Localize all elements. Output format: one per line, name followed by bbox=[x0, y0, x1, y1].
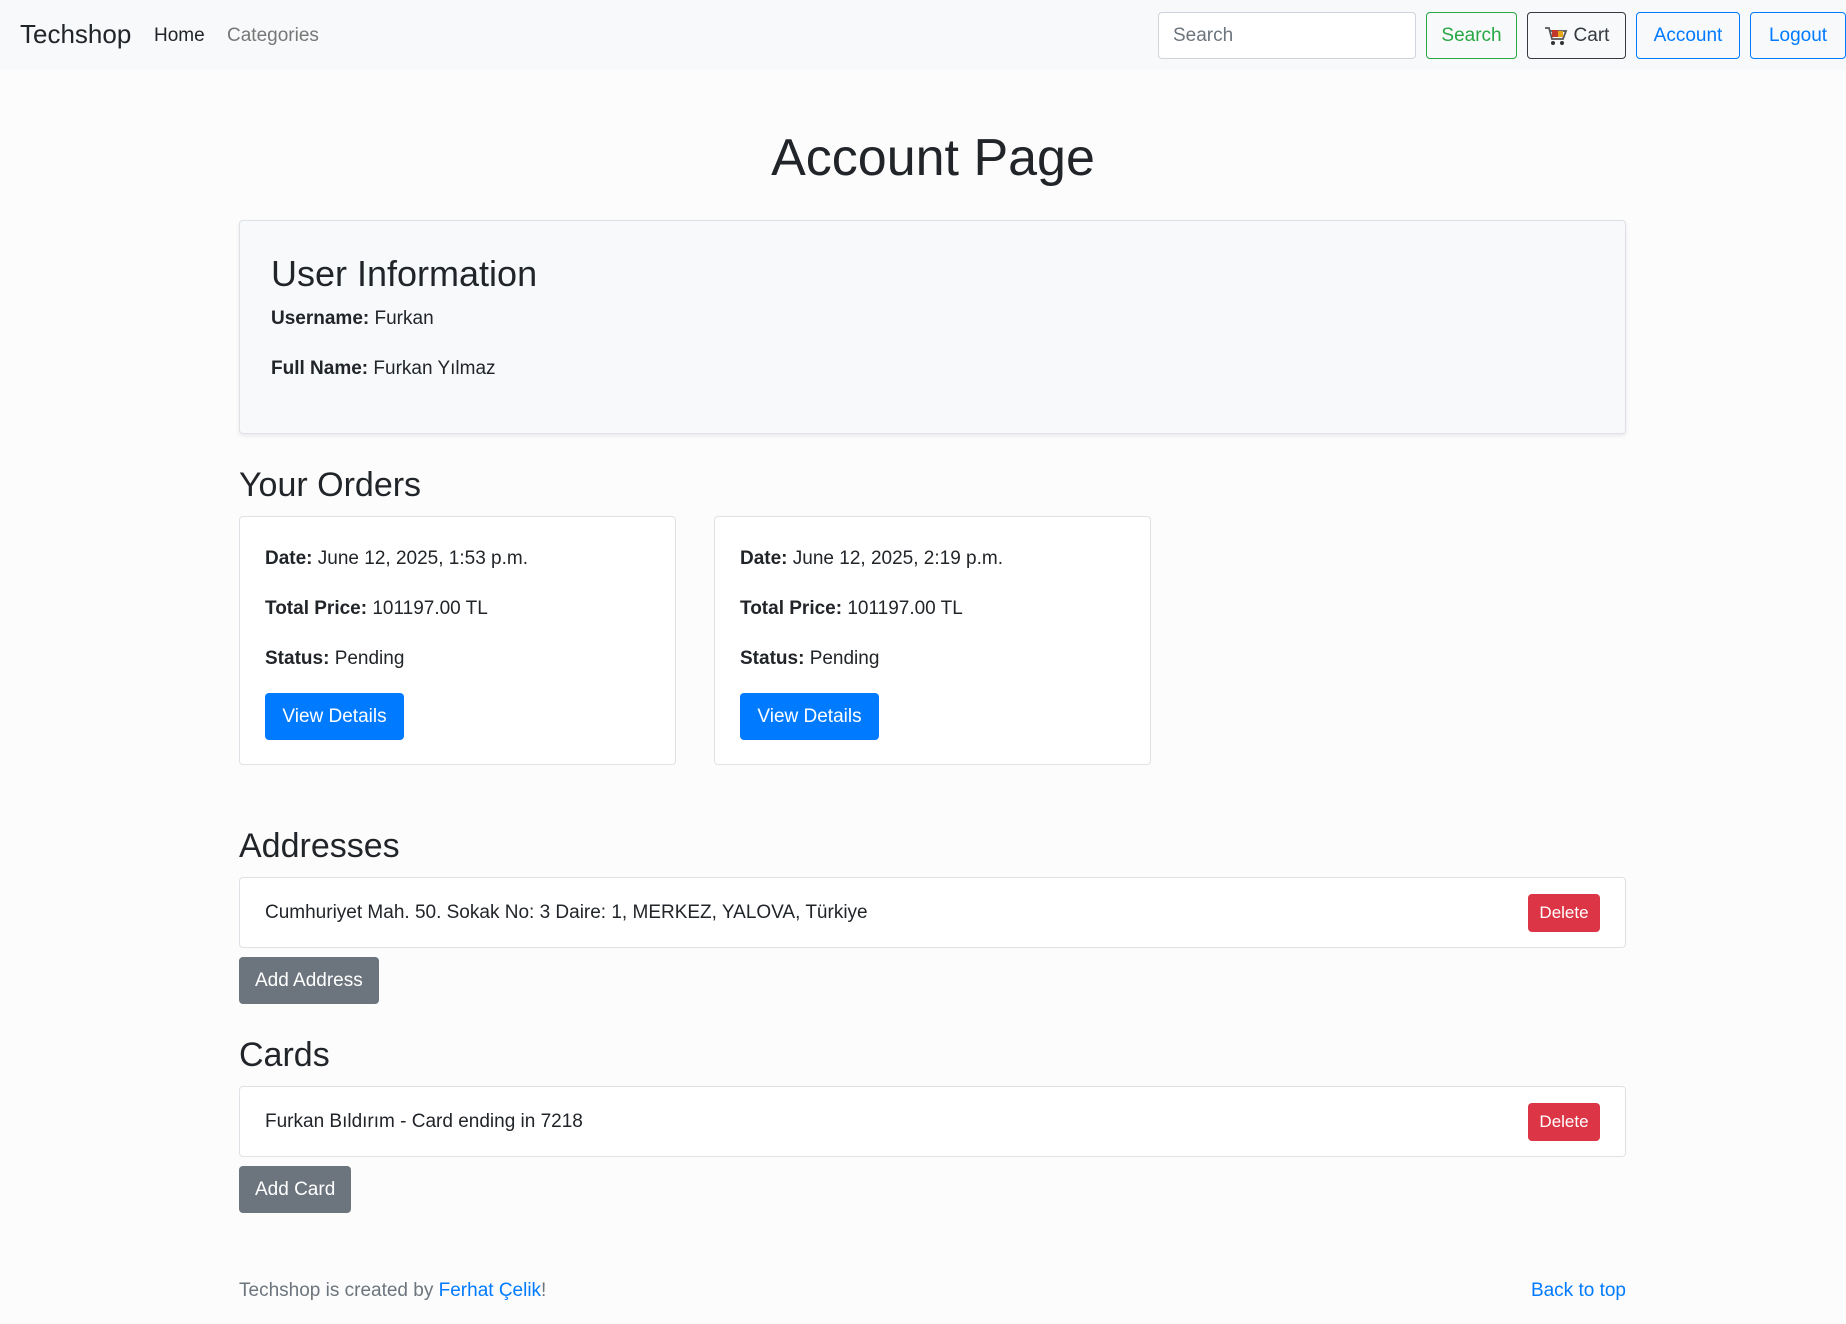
add-address-button[interactable]: Add Address bbox=[239, 957, 379, 1004]
username-row: Username: Furkan bbox=[271, 308, 434, 330]
order-total-label: Total Price: bbox=[740, 598, 843, 619]
order-status: Pending bbox=[809, 648, 880, 669]
order-total-row: Total Price: 101197.00 TL bbox=[740, 598, 963, 620]
order-date: June 12, 2025, 2:19 p.m. bbox=[792, 548, 1004, 569]
cart-button[interactable]: Cart bbox=[1527, 12, 1626, 59]
footer-suffix: ! bbox=[541, 1280, 547, 1301]
order-status-label: Status: bbox=[740, 648, 805, 669]
orders-heading: Your Orders bbox=[239, 466, 422, 504]
view-details-button[interactable]: View Details bbox=[740, 693, 879, 740]
order-date-label: Date: bbox=[740, 548, 788, 569]
cart-label: Cart bbox=[1573, 24, 1610, 46]
nav-link-home[interactable]: Home bbox=[154, 25, 205, 47]
addresses-heading: Addresses bbox=[239, 827, 400, 865]
order-date-row: Date: June 12, 2025, 2:19 p.m. bbox=[740, 548, 1003, 570]
fullname-value: Furkan Yılmaz bbox=[373, 358, 496, 379]
username-value: Furkan bbox=[374, 308, 434, 329]
account-button[interactable]: Account bbox=[1636, 12, 1740, 59]
card-text: Furkan Bıldırım - Card ending in 7218 bbox=[265, 1111, 583, 1132]
logout-button[interactable]: Logout bbox=[1750, 12, 1846, 59]
view-details-button[interactable]: View Details bbox=[265, 693, 404, 740]
navbar: Techshop Home Categories Search Cart Acc… bbox=[0, 0, 1846, 70]
order-status-row: Status: Pending bbox=[265, 648, 404, 670]
order-total-label: Total Price: bbox=[265, 598, 368, 619]
delete-address-button[interactable]: Delete bbox=[1528, 894, 1600, 932]
fullname-row: Full Name: Furkan Yılmaz bbox=[271, 358, 496, 380]
order-total-row: Total Price: 101197.00 TL bbox=[265, 598, 488, 620]
order-status: Pending bbox=[334, 648, 405, 669]
order-status-label: Status: bbox=[265, 648, 330, 669]
add-card-button[interactable]: Add Card bbox=[239, 1166, 352, 1213]
user-info-card: User Information Username: Furkan Full N… bbox=[239, 220, 1626, 434]
order-date: June 12, 2025, 1:53 p.m. bbox=[317, 548, 529, 569]
order-total: 101197.00 TL bbox=[847, 598, 963, 619]
footer-prefix: Techshop is created by bbox=[239, 1280, 439, 1301]
order-total: 101197.00 TL bbox=[372, 598, 488, 619]
order-date-label: Date: bbox=[265, 548, 313, 569]
order-status-row: Status: Pending bbox=[740, 648, 879, 670]
cart-icon bbox=[1544, 26, 1567, 45]
order-date-row: Date: June 12, 2025, 1:53 p.m. bbox=[265, 548, 528, 570]
cards-heading: Cards bbox=[239, 1036, 330, 1074]
user-info-heading: User Information bbox=[271, 253, 538, 294]
address-text: Cumhuriyet Mah. 50. Sokak No: 3 Daire: 1… bbox=[265, 902, 868, 923]
back-to-top-link[interactable]: Back to top bbox=[1526, 1280, 1626, 1302]
page-title: Account Page bbox=[771, 129, 1095, 187]
order-card: Date: June 12, 2025, 1:53 p.m. Total Pri… bbox=[239, 516, 676, 765]
search-button[interactable]: Search bbox=[1426, 12, 1517, 59]
card-item: Furkan Bıldırım - Card ending in 7218 De… bbox=[239, 1086, 1626, 1157]
address-item: Cumhuriyet Mah. 50. Sokak No: 3 Daire: 1… bbox=[239, 877, 1626, 948]
order-card: Date: June 12, 2025, 2:19 p.m. Total Pri… bbox=[714, 516, 1151, 765]
delete-card-button[interactable]: Delete bbox=[1528, 1103, 1600, 1141]
search-input[interactable] bbox=[1158, 12, 1416, 59]
fullname-label: Full Name: bbox=[271, 358, 369, 379]
author-link[interactable]: Ferhat Çelik bbox=[439, 1280, 541, 1301]
brand-logo[interactable]: Techshop bbox=[20, 19, 131, 50]
nav-link-categories[interactable]: Categories bbox=[227, 25, 319, 47]
username-label: Username: bbox=[271, 308, 370, 329]
footer-credit: Techshop is created by Ferhat Çelik! bbox=[239, 1280, 546, 1302]
